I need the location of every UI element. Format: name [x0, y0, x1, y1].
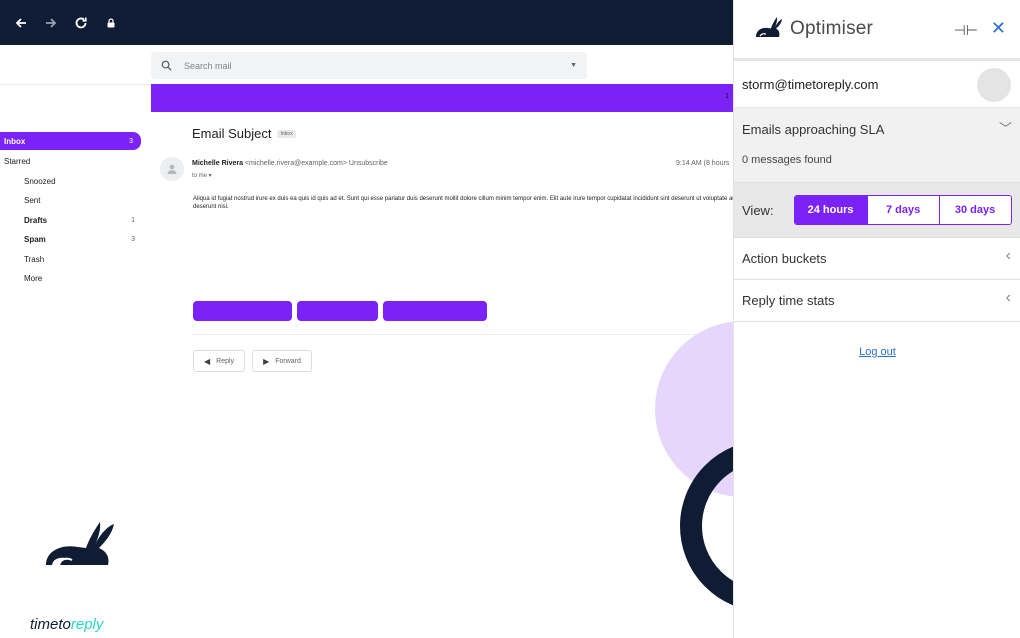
panel-title: Optimiser	[790, 18, 874, 39]
sidebar-item-label: Drafts	[24, 215, 48, 225]
sidebar-item-snoozed[interactable]: Snoozed	[0, 172, 145, 192]
reply-button[interactable]: ◀ Reply	[193, 350, 246, 372]
recipient-toggle[interactable]: to me ▾	[192, 172, 212, 179]
sender-email: <michelle.rivera@example.com>	[244, 160, 347, 167]
forward-icon: ▶	[263, 356, 270, 366]
inbox-label-tag[interactable]: Inbox	[277, 129, 296, 138]
email-action-button-1[interactable]	[193, 301, 292, 321]
mail-sidebar: Inbox 3 Starred Snoozed Sent Drafts 1 Sp…	[0, 132, 145, 289]
forward-button[interactable]	[36, 8, 66, 38]
email-action-button-3[interactable]	[383, 301, 487, 321]
sidebar-item-sent[interactable]: Sent	[0, 191, 145, 211]
sidebar-item-trash[interactable]: Trash	[0, 250, 145, 270]
banner-count: 1	[725, 93, 729, 100]
promo-banner: 1	[151, 84, 733, 112]
rabbit-icon	[756, 17, 782, 37]
reply-icon: ◀	[204, 356, 211, 366]
sla-title: Emails approaching SLA	[742, 122, 885, 137]
sender-name: Michelle Rivera	[192, 160, 243, 167]
action-buttons-row	[193, 301, 492, 321]
arrow-right-icon	[46, 17, 57, 28]
search-bar: ▼	[151, 52, 587, 79]
body-divider	[193, 334, 733, 335]
sidebar-item-inbox[interactable]: Inbox 3	[0, 132, 141, 150]
reply-stats-row[interactable]: Reply time stats ‹	[734, 280, 1020, 322]
lock-button[interactable]	[96, 8, 126, 38]
action-buckets-row[interactable]: Action buckets ‹	[734, 238, 1020, 280]
sidebar-item-count: 1	[131, 216, 135, 224]
rabbit-logo-icon	[46, 522, 114, 566]
chevron-left-icon: ‹	[1005, 247, 1011, 264]
sidebar-item-count: 3	[129, 137, 133, 145]
chevron-left-icon: ‹	[1005, 289, 1011, 306]
sla-found-text: 0 messages found	[742, 154, 832, 166]
logo-wordmark: timetoreply	[30, 616, 103, 633]
email-body: Aliqua id fugiat nostrud irure ex duis e…	[193, 196, 733, 210]
reply-label: Reply	[216, 357, 235, 365]
search-icon	[161, 60, 172, 71]
subject-text: Email Subject	[192, 126, 272, 141]
sidebar-item-label: Snoozed	[24, 176, 56, 186]
panel-header: Optimiser ⊣⊢ ✕	[734, 0, 1020, 61]
view-label: View:	[742, 202, 774, 218]
view-30-days-button[interactable]: 30 days	[938, 196, 1011, 224]
user-row: storm@timetoreply.com	[734, 61, 1020, 108]
sidebar-item-spam[interactable]: Spam 3	[0, 230, 145, 250]
reload-button[interactable]	[66, 8, 96, 38]
sender-avatar	[160, 157, 184, 181]
sla-section[interactable]: Emails approaching SLA ﹀ 0 messages foun…	[734, 108, 1020, 183]
sidebar-item-drafts[interactable]: Drafts 1	[0, 211, 145, 231]
sidebar-item-label: Starred	[4, 157, 31, 167]
search-options-icon[interactable]: ▼	[570, 62, 577, 69]
sidebar-item-label: Trash	[24, 254, 45, 264]
unsubscribe-link[interactable]: Unsubscribe	[349, 160, 388, 167]
logout-link[interactable]: Log out	[734, 346, 1020, 358]
view-24-hours-button[interactable]: 24 hours	[794, 196, 867, 224]
sidebar-item-label: Spam	[24, 235, 46, 245]
view-selector-row: View: 24 hours 7 days 30 days	[734, 183, 1020, 238]
sidebar-item-label: Inbox	[4, 136, 26, 146]
screen: ▼ 1 Inbox 3 Starred Snoozed Sent Drafts …	[0, 0, 1020, 638]
view-7-days-button[interactable]: 7 days	[866, 196, 939, 224]
email-subject: Email Subject Inbox	[192, 126, 296, 141]
forward-email-button[interactable]: ▶ Forward	[252, 350, 312, 372]
search-input[interactable]	[184, 60, 571, 71]
view-segmented-control: 24 hours 7 days 30 days	[793, 195, 1012, 225]
forward-label: Forward	[275, 357, 301, 365]
sidebar-item-count: 3	[131, 236, 135, 244]
close-icon[interactable]: ✕	[991, 18, 1006, 39]
sidebar-item-more[interactable]: More	[0, 269, 145, 289]
chevron-down-icon[interactable]: ﹀	[999, 118, 1012, 137]
pin-icon[interactable]: ⊣⊢	[954, 22, 978, 39]
logo-part-1: timeto	[30, 616, 71, 633]
user-email: storm@timetoreply.com	[742, 76, 879, 92]
lock-icon	[107, 17, 115, 27]
gmail-view: ▼ 1 Inbox 3 Starred Snoozed Sent Drafts …	[0, 45, 733, 638]
sender-line: Michelle Rivera <michelle.rivera@example…	[192, 160, 388, 167]
sidebar-item-label: More	[24, 274, 43, 284]
arrow-left-icon	[15, 17, 26, 28]
optimiser-panel: Optimiser ⊣⊢ ✕ storm@timetoreply.com Ema…	[733, 0, 1020, 638]
reply-stats-label: Reply time stats	[742, 293, 835, 308]
sidebar-item-starred[interactable]: Starred	[0, 152, 145, 172]
sidebar-item-label: Sent	[24, 196, 41, 206]
reload-icon	[75, 17, 87, 28]
logo-part-2: reply	[70, 616, 104, 633]
person-icon	[167, 164, 177, 174]
browser-toolbar	[0, 0, 733, 45]
email-action-button-2[interactable]	[297, 301, 378, 321]
back-button[interactable]	[6, 8, 36, 38]
action-buckets-label: Action buckets	[742, 251, 827, 266]
user-avatar[interactable]	[977, 68, 1011, 102]
message-time: 9:14 AM (8 hours	[676, 160, 730, 167]
reply-buttons-row: ◀ Reply ▶ Forward	[193, 350, 319, 372]
